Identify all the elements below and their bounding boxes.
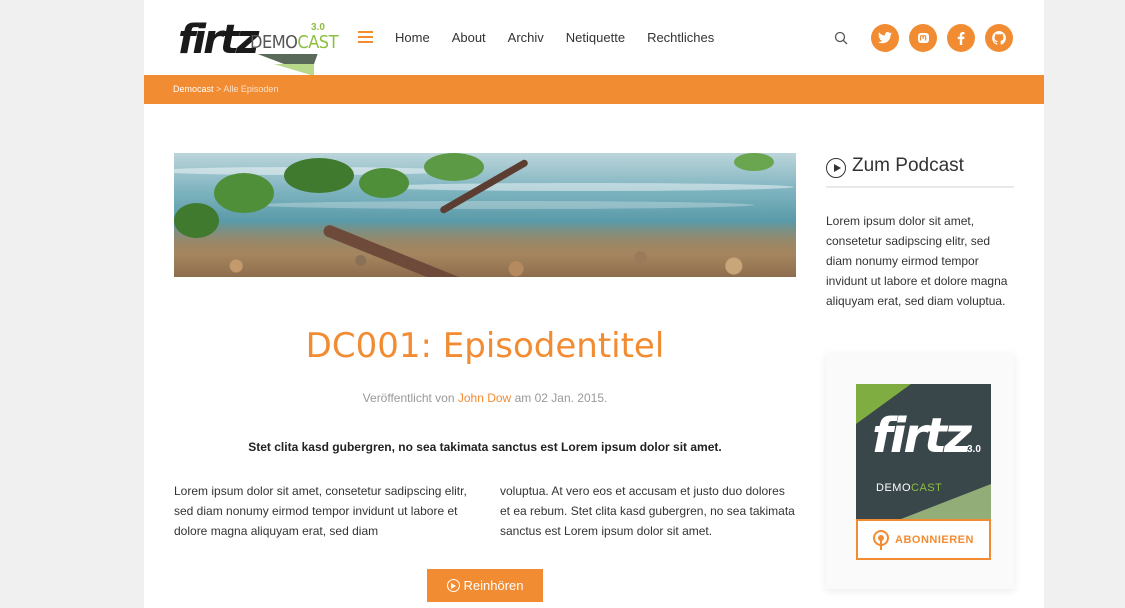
page: firtz DEMOCAST 3.0 Home About Archiv Net… (144, 0, 1044, 608)
site-logo[interactable]: firtz DEMOCAST 3.0 (174, 14, 338, 76)
nav-home[interactable]: Home (395, 30, 430, 46)
episode-text-column-2: voluptua. At vero eos et accusam et just… (500, 484, 795, 538)
search-icon[interactable] (834, 31, 848, 45)
meta-prefix: Veröffentlicht von (362, 391, 455, 405)
logo-version: 3.0 (311, 22, 325, 33)
main-nav: Home About Archiv Netiquette Rechtliches (395, 30, 736, 46)
twitter-icon[interactable] (871, 24, 899, 52)
episode-date: 02 Jan. 2015. (534, 391, 608, 405)
episode-hero-image (174, 153, 796, 277)
episode-meta: Veröffentlicht von John Dow am 02 Jan. 2… (174, 391, 796, 405)
breadcrumb-root[interactable]: Democast (173, 84, 214, 94)
listen-button[interactable]: Reinhören (427, 569, 543, 602)
facebook-icon[interactable] (947, 24, 975, 52)
logo-wordmark: firtz (178, 17, 259, 63)
breadcrumb-trail: Democast > Alle Episoden (173, 84, 278, 94)
breadcrumb: Democast > Alle Episoden (144, 75, 1044, 104)
podcast-cover-card: firtz 3.0 DEMOCAST ABONNIEREN (826, 353, 1014, 589)
meta-mid: am (514, 391, 532, 405)
subscribe-button[interactable]: ABONNIEREN (856, 519, 991, 560)
sidebar-title: Zum Podcast (852, 155, 964, 176)
sidebar-heading: Zum Podcast (826, 155, 1014, 188)
mastodon-icon[interactable] (909, 24, 937, 52)
episode-title: DC001: Episodentitel (305, 326, 665, 366)
episode-lead: Stet clita kasd gubergren, no sea takima… (248, 440, 722, 454)
github-icon[interactable] (985, 24, 1013, 52)
play-icon (446, 579, 460, 592)
menu-icon[interactable] (358, 31, 373, 43)
breadcrumb-separator: > (216, 84, 222, 94)
nav-netiquette[interactable]: Netiquette (566, 30, 625, 46)
play-circle-icon (826, 158, 846, 178)
listen-label: Reinhören (463, 578, 524, 593)
breadcrumb-current: Alle Episoden (223, 84, 279, 94)
episode-text-column-1: Lorem ipsum dolor sit amet, consetetur s… (174, 484, 467, 538)
site-header: firtz DEMOCAST 3.0 Home About Archiv Net… (144, 0, 1044, 76)
nav-about[interactable]: About (452, 30, 486, 46)
cover-version: 3.0 (967, 444, 981, 455)
nav-archiv[interactable]: Archiv (508, 30, 544, 46)
cover-subtitle: DEMOCAST (876, 482, 943, 494)
podcast-icon (873, 529, 890, 550)
subscribe-label: ABONNIEREN (895, 533, 974, 546)
sidebar-description: Lorem ipsum dolor sit amet, consetetur s… (826, 214, 1008, 308)
podcast-cover-image: firtz 3.0 DEMOCAST (856, 384, 991, 519)
cover-title: firtz (872, 408, 972, 464)
nav-rechtliches[interactable]: Rechtliches (647, 30, 714, 46)
logo-subtitle: DEMOCAST (250, 32, 338, 53)
episode-author[interactable]: John Dow (458, 391, 511, 405)
